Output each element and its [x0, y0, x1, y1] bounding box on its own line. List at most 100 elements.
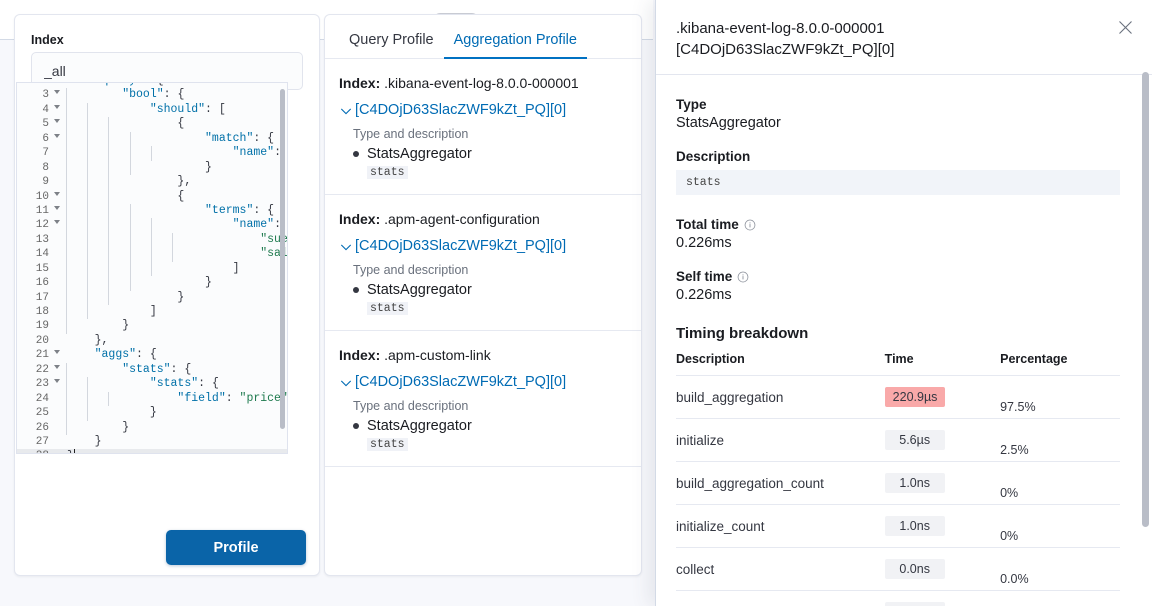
bullet-icon	[353, 423, 359, 429]
line-number: 7	[17, 146, 53, 160]
line-content: ]	[53, 262, 287, 276]
index-title: Index: .apm-custom-link	[339, 347, 627, 363]
line-number: 28	[17, 449, 53, 454]
spacer	[676, 195, 1120, 217]
query-code-editor[interactable]: 2 "query": {3 "bool": {4 "should": [5 {6…	[16, 82, 288, 454]
editor-line: 7 "name": "fred"	[17, 146, 287, 160]
shard-label: [C4DOjD63SlacZWF9kZt_PQ][0]	[355, 238, 566, 254]
aggregation-row[interactable]: StatsAggregator	[353, 282, 627, 298]
line-number: 20	[17, 334, 53, 348]
tab-query-profile[interactable]: Query Profile	[339, 32, 444, 58]
row-time: 1.0ns	[885, 505, 1000, 548]
editor-line: 23 "stats": {	[17, 377, 287, 391]
total-time-label: Total time	[676, 217, 1120, 232]
profile-button[interactable]: Profile	[166, 530, 306, 565]
flyout-header: .kibana-event-log-8.0.0-000001 [C4DOjD63…	[656, 0, 1152, 75]
description-value: stats	[676, 170, 1120, 195]
editor-line: 8 }	[17, 161, 287, 175]
line-number: 10	[17, 190, 53, 204]
profile-results-panel: Query Profile Aggregation Profile Index:…	[324, 14, 642, 576]
column-header-description: Description	[676, 352, 885, 376]
chevron-down-icon[interactable]	[339, 240, 353, 254]
line-number: 18	[17, 305, 53, 319]
shard-toggle[interactable]: [C4DOjD63SlacZWF9kZt_PQ][0]	[339, 374, 627, 390]
flyout-scrollbar[interactable]	[1142, 72, 1149, 527]
index-title-name: .kibana-event-log-8.0.0-000001	[384, 75, 579, 91]
line-number: 8	[17, 161, 53, 175]
line-number: 17	[17, 291, 53, 305]
self-time-label-text: Self time	[676, 269, 732, 284]
column-header-percentage: Percentage	[1000, 352, 1120, 376]
shard-toggle[interactable]: [C4DOjD63SlacZWF9kZt_PQ][0]	[339, 238, 627, 254]
row-percentage: 97.5%	[1000, 376, 1120, 419]
close-icon[interactable]	[1112, 14, 1138, 40]
index-title-name: .apm-custom-link	[384, 347, 491, 363]
text-caret	[74, 449, 75, 454]
flyout-title-line1: .kibana-event-log-8.0.0-000001	[676, 18, 1108, 39]
line-content: },	[53, 175, 287, 189]
table-body: build_aggregation220.9µs97.5%initialize5…	[676, 376, 1120, 606]
editor-line: 9 },	[17, 175, 287, 189]
aggregation-type: StatsAggregator	[367, 282, 472, 298]
line-number: 15	[17, 262, 53, 276]
line-number: 9	[17, 175, 53, 189]
shard-toggle[interactable]: [C4DOjD63SlacZWF9kZt_PQ][0]	[339, 102, 627, 118]
chevron-down-icon[interactable]	[339, 376, 353, 390]
editor-line: 24 "field": "price"	[17, 392, 287, 406]
time-pill: 0.0ns	[885, 602, 945, 606]
shard-label: [C4DOjD63SlacZWF9kZt_PQ][0]	[355, 102, 566, 118]
editor-line: 27 }	[17, 435, 287, 449]
editor-line: 11 "terms": {	[17, 204, 287, 218]
aggregation-row[interactable]: StatsAggregator	[353, 418, 627, 434]
line-content: "name": "fred"	[53, 146, 288, 160]
aggregation-description: stats	[367, 302, 408, 315]
spacer	[676, 131, 1120, 149]
time-pill: 220.9µs	[885, 387, 946, 407]
info-icon[interactable]	[737, 271, 749, 283]
editor-line: 5 {	[17, 117, 287, 131]
row-percentage: 2.5%	[1000, 419, 1120, 462]
line-content: "should": [	[53, 103, 287, 117]
self-time-label: Self time	[676, 269, 1120, 284]
description-label: Description	[676, 149, 1120, 164]
bullet-icon	[353, 151, 359, 157]
index-title-name: .apm-agent-configuration	[384, 211, 540, 227]
editor-scrollbar[interactable]	[280, 89, 285, 429]
editor-line: 20 },	[17, 334, 287, 348]
line-content: }	[53, 435, 287, 449]
aggregation-row[interactable]: StatsAggregator	[353, 146, 627, 162]
row-time: 0.0ns	[885, 591, 1000, 606]
chevron-down-icon[interactable]	[339, 104, 353, 118]
app-root: Console Search Profiler Grok Debugger Pa…	[0, 0, 1152, 606]
line-number: 5	[17, 117, 53, 131]
tab-aggregation-profile-label: Aggregation Profile	[454, 32, 577, 48]
line-content: {	[53, 190, 287, 204]
table-header-row: Description Time Percentage	[676, 352, 1120, 376]
line-number: 24	[17, 392, 53, 406]
tab-aggregation-profile[interactable]: Aggregation Profile	[444, 32, 587, 58]
line-number: 27	[17, 435, 53, 449]
row-percentage: 0%	[1000, 505, 1120, 548]
row-description: build_aggregation	[676, 376, 885, 419]
type-and-description-label: Type and description	[353, 399, 627, 413]
line-number: 25	[17, 406, 53, 420]
editor-line: 19 }	[17, 319, 287, 333]
row-description: initialize_count	[676, 505, 885, 548]
info-icon[interactable]	[744, 219, 756, 231]
index-title-label: Index:	[339, 211, 380, 227]
editor-line: 22 "stats": {	[17, 363, 287, 377]
column-header-time: Time	[885, 352, 1000, 376]
line-content: }	[53, 276, 287, 290]
editor-line: 4 "should": [	[17, 103, 287, 117]
editor-line: 12 "name": [	[17, 218, 287, 232]
close-icon-glyph	[1118, 20, 1133, 35]
type-and-description-label: Type and description	[353, 263, 627, 277]
row-time: 1.0ns	[885, 462, 1000, 505]
editor-line: 21 "aggs": {	[17, 348, 287, 362]
editor-line: 10 {	[17, 190, 287, 204]
spacer	[676, 303, 1120, 325]
line-content: ]	[53, 305, 287, 319]
aggregation-description: stats	[367, 438, 408, 451]
row-time: 220.9µs	[885, 376, 1000, 419]
time-pill: 5.6µs	[885, 430, 945, 450]
